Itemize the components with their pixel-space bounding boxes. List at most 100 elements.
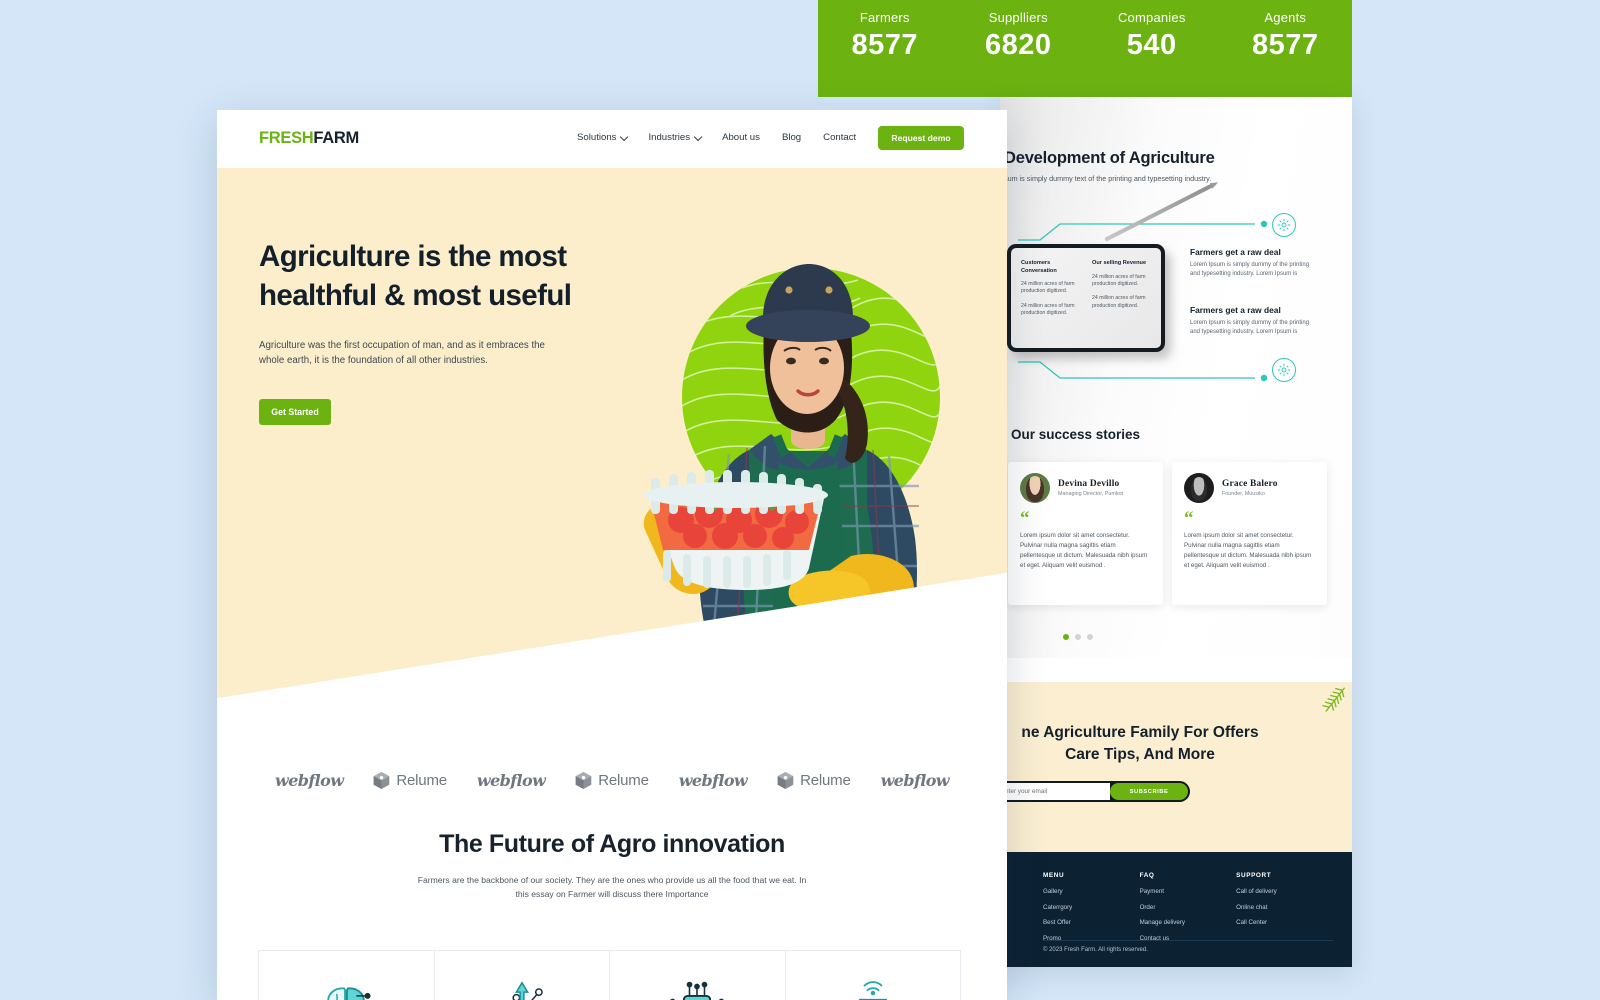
feature-card-market[interactable]: Market xyxy=(433,950,610,1000)
screenshot-stage: Farmers 8577 Supplliers 6820 Companies 5… xyxy=(0,0,1600,1000)
feature-title: Farmers get a raw deal xyxy=(1190,305,1281,315)
development-title: Development of Agriculture xyxy=(1004,149,1215,167)
nav-label: Solutions xyxy=(577,132,617,143)
nav-item-blog[interactable]: Blog xyxy=(782,132,801,143)
stat-item: Farmers 8577 xyxy=(818,10,952,62)
bar-chart-growth-icon xyxy=(512,981,543,1000)
brain-circuit-icon xyxy=(327,987,371,1000)
pagination-dot[interactable] xyxy=(1075,634,1081,640)
feature-title: Farmers get a raw deal xyxy=(1190,247,1281,257)
footer-link[interactable]: Best Offer xyxy=(1043,919,1140,926)
logo-farm: FARM xyxy=(313,129,359,147)
relume-logo: Relume xyxy=(575,771,649,790)
footer-link[interactable]: Online chat xyxy=(1236,904,1333,911)
satellite-dish-icon xyxy=(858,981,887,1000)
nav-label: About us xyxy=(722,132,760,143)
pagination-dot[interactable] xyxy=(1063,634,1069,640)
footer-link[interactable]: Call of delivery xyxy=(1236,888,1333,895)
feature-card-farm-management[interactable]: Farm Management xyxy=(258,950,435,1000)
stat-item: Supplliers 6820 xyxy=(952,10,1086,62)
development-subtitle: psum is simply dummy text of the printin… xyxy=(1000,174,1212,183)
success-stories-title: Our success stories xyxy=(1011,427,1141,442)
footer-column-heading: SUPPORT xyxy=(1236,872,1272,879)
future-title: The Future of Agro innovation xyxy=(439,830,785,858)
nav-label: Industries xyxy=(648,132,691,143)
development-feature: Farmers get a raw deal Lorem Ipsum is si… xyxy=(1190,247,1318,279)
stat-label: Agents xyxy=(1264,10,1307,25)
development-diagram: Customers Conversation 24 million acres … xyxy=(1000,183,1352,402)
stats-bar: Farmers 8577 Supplliers 6820 Companies 5… xyxy=(818,0,1352,97)
nav-label: Blog xyxy=(781,132,802,143)
footer-copyright: © 2023 Fresh Farm. All rights reserved. xyxy=(1043,947,1148,953)
footer-link[interactable]: Manage delivery xyxy=(1140,919,1237,926)
nav-item-contact[interactable]: Contact xyxy=(823,132,856,143)
relume-cube-icon xyxy=(575,771,592,789)
nav-item-about-us[interactable]: About us xyxy=(722,132,760,143)
feature-text: Lorem Ipsum is simply dummy of the print… xyxy=(1190,320,1310,335)
relume-label: Relume xyxy=(396,771,447,789)
tablet-column-heading: Customers Conversation xyxy=(1021,260,1057,274)
testimonial-card: Grace Balero Founder, Muusiko “ Lorem ip… xyxy=(1172,462,1327,605)
future-subtitle: Farmers are the backbone of our society.… xyxy=(417,875,807,900)
footer-link[interactable]: Caterrgory xyxy=(1043,904,1140,911)
testimonial-role: Managing Director, Pumkot xyxy=(1058,491,1124,497)
nav-item-solutions[interactable]: Solutions xyxy=(577,132,629,143)
newsletter-form[interactable]: SUBSCRIBE xyxy=(1000,781,1190,802)
testimonial-body: Lorem ipsum dolor sit amet consectetur. … xyxy=(1184,532,1312,570)
hero-heading-line1: Agriculture is the most xyxy=(259,240,567,273)
footer-divider xyxy=(1043,940,1333,941)
relume-label: Relume xyxy=(800,771,851,789)
newsletter-heading-line2: Care Tips, And More xyxy=(1065,746,1215,764)
footer-link[interactable]: Payment xyxy=(1140,888,1237,895)
webflow-logo: webflow xyxy=(275,770,344,790)
testimonial-role: Founder, Muusiko xyxy=(1222,491,1265,497)
logo-fresh: FRESH xyxy=(259,129,314,147)
future-section: The Future of Agro innovation Farmers ar… xyxy=(217,830,1007,1000)
relume-logo: Relume xyxy=(777,771,851,790)
avatar xyxy=(1020,473,1050,503)
tablet-column-row: 24 million acres of farm production digi… xyxy=(1092,273,1146,287)
stat-value: 540 xyxy=(1126,29,1177,61)
testimonial-card: Devina Devillo Managing Director, Pumkot… xyxy=(1008,462,1163,605)
newsletter-section: ne Agriculture Family For Offers Care Tip… xyxy=(1000,682,1352,852)
relume-cube-icon xyxy=(777,771,794,789)
subscribe-button[interactable]: SUBSCRIBE xyxy=(1110,783,1188,800)
tablet-mockup: Customers Conversation 24 million acres … xyxy=(1007,244,1165,352)
stat-label: Farmers xyxy=(859,10,910,25)
feature-card-advisory[interactable]: Advisory and knowledge xyxy=(784,950,961,1000)
stat-label: Companies xyxy=(1117,10,1186,25)
pagination-dot[interactable] xyxy=(1087,634,1093,640)
feature-card-grid: Farm Management xyxy=(258,950,965,1000)
site-header: FRESHFARM Solutions Industries About us … xyxy=(217,110,1007,168)
footer-link[interactable]: Gallery xyxy=(1043,888,1140,895)
newsletter-heading: ne Agriculture Family For Offers Care Tip… xyxy=(1000,722,1320,767)
hero-heading: Agriculture is the most healthful & most … xyxy=(259,238,659,316)
footer-link[interactable]: Call Center xyxy=(1236,919,1333,926)
get-started-button[interactable]: Get Started xyxy=(259,398,331,425)
fern-leaf-icon xyxy=(1322,687,1346,712)
stat-item: Agents 8577 xyxy=(1219,10,1353,62)
webflow-logo: webflow xyxy=(678,770,748,790)
development-section: Development of Agriculture psum is simpl… xyxy=(1000,97,1352,658)
feature-card-agri-financing[interactable]: Agri-Financing xyxy=(609,950,786,1000)
tablet-column-heading: Our selling Revenue xyxy=(1092,260,1147,266)
chevron-down-icon xyxy=(693,132,703,141)
request-demo-button[interactable]: Request demo xyxy=(878,126,964,150)
footer-column-faq: FAQ Payment Order Manage delivery Contac… xyxy=(1140,872,1237,950)
footer-column-support: SUPPORT Call of delivery Online chat Cal… xyxy=(1236,872,1333,950)
relume-label: Relume xyxy=(598,771,649,789)
carousel-pagination[interactable] xyxy=(1063,634,1093,640)
tablet-column: Our selling Revenue 24 million acres of … xyxy=(1092,260,1151,325)
hero-paragraph: Agriculture was the first occupation of … xyxy=(259,339,545,367)
testimonial-body: Lorem ipsum dolor sit amet consectetur. … xyxy=(1020,532,1148,570)
email-input[interactable] xyxy=(1000,783,1110,800)
secondary-page-panel: Development of Agriculture psum is simpl… xyxy=(1000,97,1352,967)
hero-section: Agriculture is the most healthful & most … xyxy=(217,168,1007,740)
footer-link[interactable]: Order xyxy=(1140,904,1237,911)
logo[interactable]: FRESHFARM xyxy=(259,129,359,148)
webflow-logo: webflow xyxy=(880,770,950,790)
footer-column-heading: MENU xyxy=(1043,872,1065,879)
tablet-column-row: 24 million acres of farm production digi… xyxy=(1092,295,1146,309)
chip-brain-icon xyxy=(670,981,725,1000)
nav-item-industries[interactable]: Industries xyxy=(648,132,703,143)
